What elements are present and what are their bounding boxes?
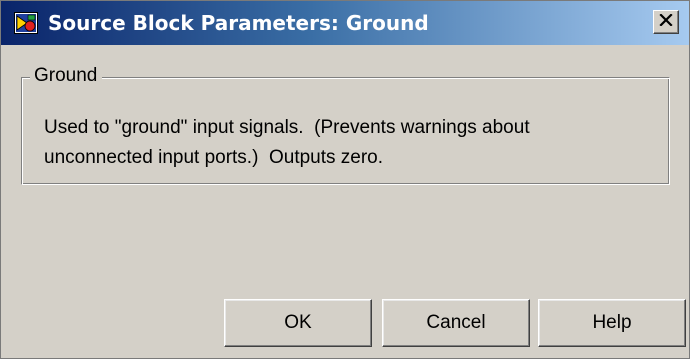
block-parameters-dialog: Source Block Parameters: Ground Ground U… (0, 0, 690, 359)
close-button[interactable] (653, 10, 679, 34)
ok-button[interactable]: OK (224, 299, 372, 347)
cancel-button[interactable]: Cancel (382, 299, 530, 347)
simulink-block-icon (14, 12, 38, 34)
close-icon (659, 13, 673, 31)
groupbox-legend: Ground (30, 63, 103, 89)
description-line-2: unconnected input ports.) Outputs zero. (44, 147, 384, 168)
title-bar[interactable]: Source Block Parameters: Ground (1, 1, 689, 45)
help-button[interactable]: Help (538, 299, 686, 347)
description-line-1: Used to "ground" input signals. (Prevent… (44, 117, 530, 138)
window-title: Source Block Parameters: Ground (48, 11, 429, 35)
block-description: Used to "ground" input signals. (Prevent… (44, 113, 644, 173)
